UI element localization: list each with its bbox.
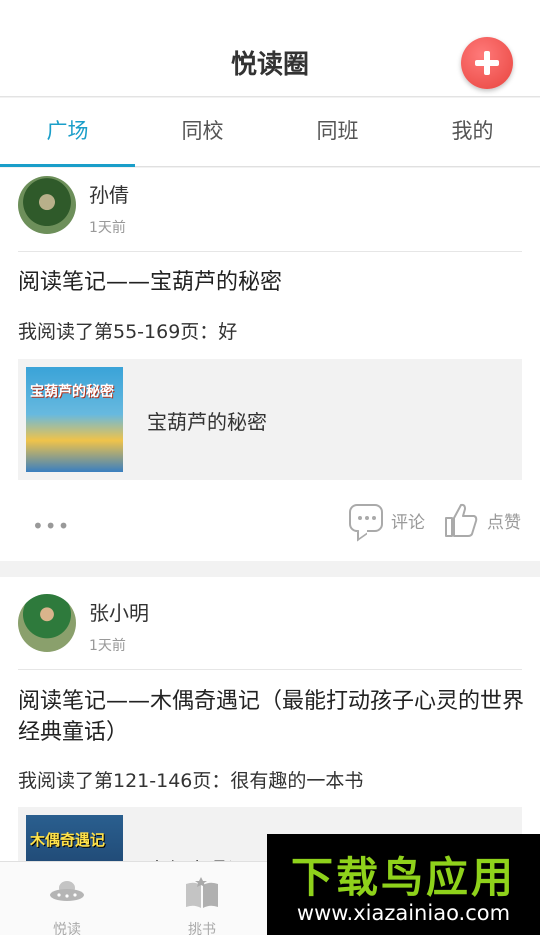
divider [18, 669, 522, 670]
post-card: 张小明 1天前 阅读笔记——木偶奇遇记（最能打动孩子心灵的世界经典童话） 我阅读… [0, 577, 540, 928]
tab-same-school[interactable]: 同校 [135, 98, 270, 166]
ufo-icon [50, 881, 84, 901]
more-options-icon[interactable]: ••• [32, 514, 70, 538]
avatar[interactable] [18, 594, 76, 652]
like-button[interactable]: 点赞 [487, 508, 521, 533]
post-title[interactable]: 阅读笔记——宝葫芦的秘密 [18, 267, 524, 298]
app-header: 悦读圈 [0, 0, 540, 97]
book-link[interactable]: 宝葫芦的秘密 宝葫芦的秘密 [18, 359, 522, 480]
post-username[interactable]: 张小明 [89, 597, 149, 626]
thumbs-up-icon[interactable] [444, 502, 478, 538]
post-time: 1天前 [89, 220, 126, 236]
watermark-title: 下载鸟应用 [290, 853, 516, 902]
page-title: 悦读圈 [230, 50, 309, 80]
book-icon [186, 877, 218, 908]
post-time: 1天前 [89, 638, 126, 654]
comment-icon[interactable] [349, 504, 383, 532]
post-title[interactable]: 阅读笔记——木偶奇遇记（最能打动孩子心灵的世界经典童话） [18, 686, 524, 748]
tab-mine[interactable]: 我的 [405, 98, 540, 166]
post-card: 孙倩 1天前 阅读笔记——宝葫芦的秘密 我阅读了第55-169页：好 宝葫芦的秘… [0, 168, 540, 561]
add-post-button[interactable] [461, 37, 513, 89]
nav-label-pick-book: 挑书 [188, 922, 216, 935]
comment-button[interactable]: 评论 [391, 508, 425, 533]
book-name: 宝葫芦的秘密 [147, 410, 267, 434]
book-cover-title: 木偶奇遇记 [30, 831, 106, 849]
post-content: 我阅读了第55-169页：好 [18, 321, 238, 343]
book-cover-title: 宝葫芦的秘密 [30, 384, 114, 400]
nav-label-read: 悦读 [53, 922, 81, 935]
post-username[interactable]: 孙倩 [89, 179, 129, 208]
watermark-logo: 下载鸟应用 www.xiazainiao.com [267, 834, 540, 935]
tab-same-class[interactable]: 同班 [270, 98, 405, 166]
watermark-url: www.xiazainiao.com [296, 901, 511, 925]
tab-square[interactable]: 广场 [0, 98, 135, 167]
post-content: 我阅读了第121-146页：很有趣的一本书 [18, 770, 364, 792]
divider [18, 251, 522, 252]
avatar[interactable] [18, 176, 76, 234]
post-feed: 孙倩 1天前 阅读笔记——宝葫芦的秘密 我阅读了第55-169页：好 宝葫芦的秘… [0, 168, 540, 928]
book-cover-image: 宝葫芦的秘密 [26, 367, 123, 472]
tab-bar: 广场 同校 同班 我的 [0, 98, 540, 167]
post-actions: ••• 评论 点赞 [0, 502, 540, 542]
